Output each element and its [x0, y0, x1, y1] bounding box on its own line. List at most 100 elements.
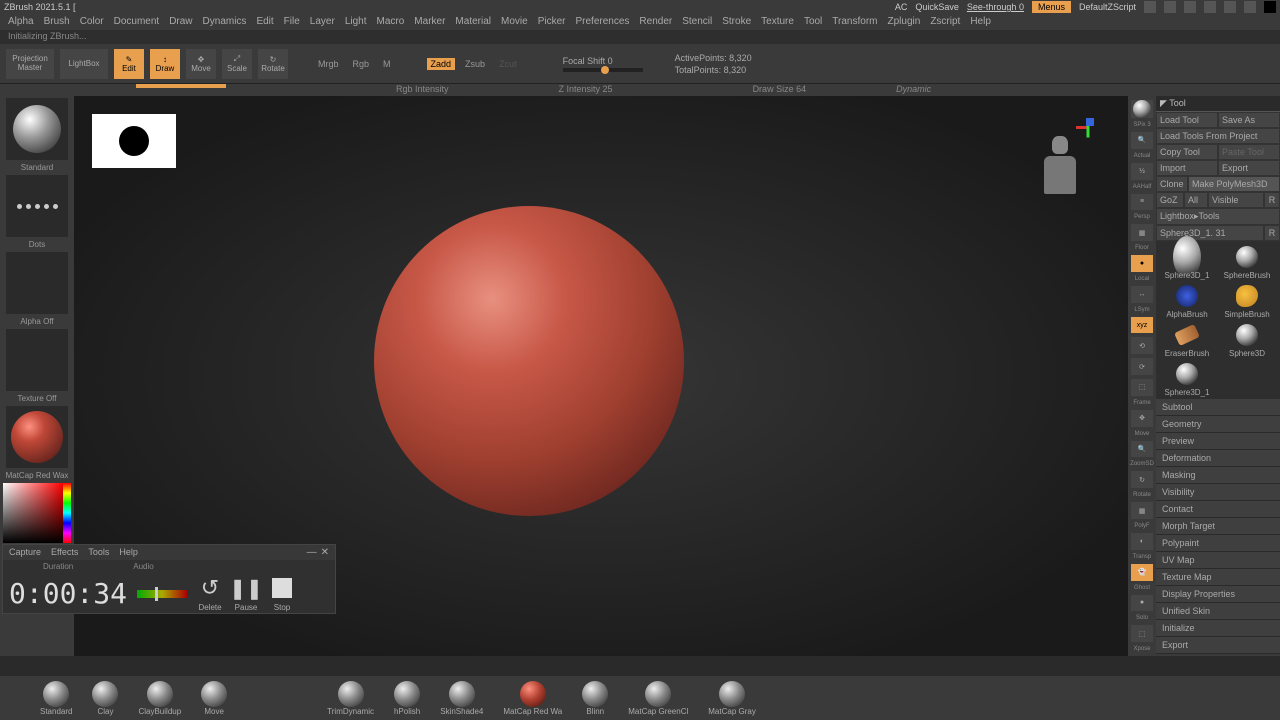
- section-export[interactable]: Export: [1156, 637, 1280, 654]
- default-script[interactable]: DefaultZScript: [1079, 2, 1136, 12]
- material-thumbnail[interactable]: [6, 406, 68, 468]
- polyf-button[interactable]: ▦: [1131, 502, 1153, 519]
- aahalf-button[interactable]: ½: [1131, 163, 1153, 180]
- load-tool-button[interactable]: Load Tool: [1156, 112, 1218, 128]
- menu-stencil[interactable]: Stencil: [682, 16, 712, 28]
- lightbox-button[interactable]: LightBox: [60, 49, 108, 79]
- spix-label[interactable]: SPix 3: [1133, 122, 1150, 128]
- dynamic-label[interactable]: Dynamic: [896, 84, 931, 94]
- edit-button[interactable]: ✎Edit: [114, 49, 144, 79]
- ghost-button[interactable]: 👻: [1131, 564, 1153, 581]
- hue-slider[interactable]: [63, 483, 71, 543]
- rotate-view-button[interactable]: ↻: [1131, 471, 1153, 488]
- rec-delete-button[interactable]: ↺Delete: [197, 575, 223, 612]
- section-geometry[interactable]: Geometry: [1156, 416, 1280, 433]
- tool-eraserbrush[interactable]: EraserBrush: [1158, 321, 1216, 358]
- current-tool-label[interactable]: Sphere3D_1. 31: [1156, 225, 1264, 241]
- mat-blinn[interactable]: Blinn: [582, 681, 608, 716]
- zsub-toggle[interactable]: Zsub: [461, 59, 489, 69]
- color-picker[interactable]: [3, 483, 63, 543]
- cam-view-head[interactable]: [1040, 136, 1080, 206]
- seethrough-slider[interactable]: See-through 0: [967, 2, 1024, 12]
- section-texturemap[interactable]: Texture Map: [1156, 569, 1280, 586]
- local-button[interactable]: ●: [1131, 255, 1153, 272]
- tool-alphabrush[interactable]: AlphaBrush: [1158, 282, 1216, 319]
- menu-tool[interactable]: Tool: [804, 16, 822, 28]
- mrgb-toggle[interactable]: Mrgb: [314, 59, 343, 69]
- bpr-button[interactable]: [1131, 100, 1153, 118]
- zadd-toggle[interactable]: Zadd: [427, 58, 456, 70]
- menu-layer[interactable]: Layer: [310, 16, 335, 28]
- rec-close-icon[interactable]: ✕: [321, 547, 329, 558]
- goz-r-button[interactable]: R: [1264, 192, 1280, 208]
- section-unified[interactable]: Unified Skin: [1156, 603, 1280, 620]
- menu-edit[interactable]: Edit: [256, 16, 273, 28]
- texture-thumbnail[interactable]: [6, 329, 68, 391]
- menu-brush[interactable]: Brush: [44, 16, 70, 28]
- tool-simplebrush[interactable]: SimpleBrush: [1218, 282, 1276, 319]
- section-polypaint[interactable]: Polypaint: [1156, 535, 1280, 552]
- rec-minimize-icon[interactable]: —: [307, 547, 317, 558]
- menu-material[interactable]: Material: [455, 16, 491, 28]
- persp-button[interactable]: ≡: [1131, 194, 1153, 211]
- xyz-button[interactable]: xyz: [1131, 317, 1153, 334]
- rec-menu-effects[interactable]: Effects: [51, 547, 78, 558]
- section-display[interactable]: Display Properties: [1156, 586, 1280, 603]
- section-visibility[interactable]: Visibility: [1156, 484, 1280, 501]
- screen-recorder-window[interactable]: Capture Effects Tools Help —✕ Duration A…: [2, 544, 336, 614]
- tool-sphere3d1b[interactable]: Sphere3D_1: [1158, 360, 1216, 397]
- section-preview[interactable]: Preview: [1156, 433, 1280, 450]
- close-icon[interactable]: [1264, 1, 1276, 13]
- rgb-toggle[interactable]: Rgb: [349, 59, 374, 69]
- frame-button[interactable]: ⬚: [1131, 379, 1153, 396]
- lsym-button[interactable]: ↔: [1131, 286, 1153, 303]
- menu-picker[interactable]: Picker: [538, 16, 566, 28]
- draw-button[interactable]: ↕Draw: [150, 49, 180, 79]
- section-morph[interactable]: Morph Target: [1156, 518, 1280, 535]
- zoom-button[interactable]: 🔍: [1131, 441, 1153, 458]
- goz-button[interactable]: GoZ: [1156, 192, 1184, 208]
- mat-gray[interactable]: MatCap Gray: [708, 681, 756, 716]
- export-button[interactable]: Export: [1218, 160, 1280, 176]
- import-button[interactable]: Import: [1156, 160, 1218, 176]
- menu-color[interactable]: Color: [80, 16, 104, 28]
- section-contact[interactable]: Contact: [1156, 501, 1280, 518]
- menu-transform[interactable]: Transform: [832, 16, 877, 28]
- move-view-button[interactable]: ✥: [1131, 410, 1153, 427]
- tool-sphere3d1[interactable]: Sphere3D_1: [1158, 243, 1216, 280]
- rec-menu-tools[interactable]: Tools: [88, 547, 109, 558]
- brush-standard[interactable]: Standard: [40, 681, 72, 716]
- menu-light[interactable]: Light: [345, 16, 367, 28]
- alpha-thumbnail[interactable]: [6, 252, 68, 314]
- lightbox-tools-button[interactable]: Lightbox▸Tools: [1156, 208, 1280, 225]
- section-masking[interactable]: Masking: [1156, 467, 1280, 484]
- solo-button[interactable]: ●: [1131, 595, 1153, 612]
- scale-button[interactable]: ⤢Scale: [222, 49, 252, 79]
- save-as-button[interactable]: Save As: [1218, 112, 1280, 128]
- section-initialize[interactable]: Initialize: [1156, 620, 1280, 637]
- section-uvmap[interactable]: UV Map: [1156, 552, 1280, 569]
- rotate-button[interactable]: ↻Rotate: [258, 49, 288, 79]
- clone-button[interactable]: Clone: [1156, 176, 1188, 192]
- section-subtool[interactable]: Subtool: [1156, 399, 1280, 416]
- menu-zscript[interactable]: Zscript: [930, 16, 960, 28]
- load-project-button[interactable]: Load Tools From Project: [1156, 128, 1280, 144]
- brush-hpolish[interactable]: hPolish: [394, 681, 420, 716]
- next-icon[interactable]: [1164, 1, 1176, 13]
- menu-dynamics[interactable]: Dynamics: [203, 16, 247, 28]
- brush-trimdynamic[interactable]: TrimDynamic: [327, 681, 374, 716]
- tool-sphere3d[interactable]: Sphere3D: [1218, 321, 1276, 358]
- menu-stroke[interactable]: Stroke: [722, 16, 751, 28]
- rec-pause-button[interactable]: ❚❚Pause: [233, 575, 259, 612]
- m-toggle[interactable]: M: [379, 59, 395, 69]
- menu-draw[interactable]: Draw: [169, 16, 192, 28]
- menu-help[interactable]: Help: [970, 16, 991, 28]
- brush-thumbnail[interactable]: [6, 98, 68, 160]
- xpose-button[interactable]: ⬚: [1131, 625, 1153, 642]
- prev-icon[interactable]: [1144, 1, 1156, 13]
- floor-button[interactable]: ▦: [1131, 224, 1153, 241]
- menu-file[interactable]: File: [284, 16, 300, 28]
- menu-document[interactable]: Document: [114, 16, 160, 28]
- mat-redwax[interactable]: MatCap Red Wa: [503, 681, 562, 716]
- maximize-icon[interactable]: [1244, 1, 1256, 13]
